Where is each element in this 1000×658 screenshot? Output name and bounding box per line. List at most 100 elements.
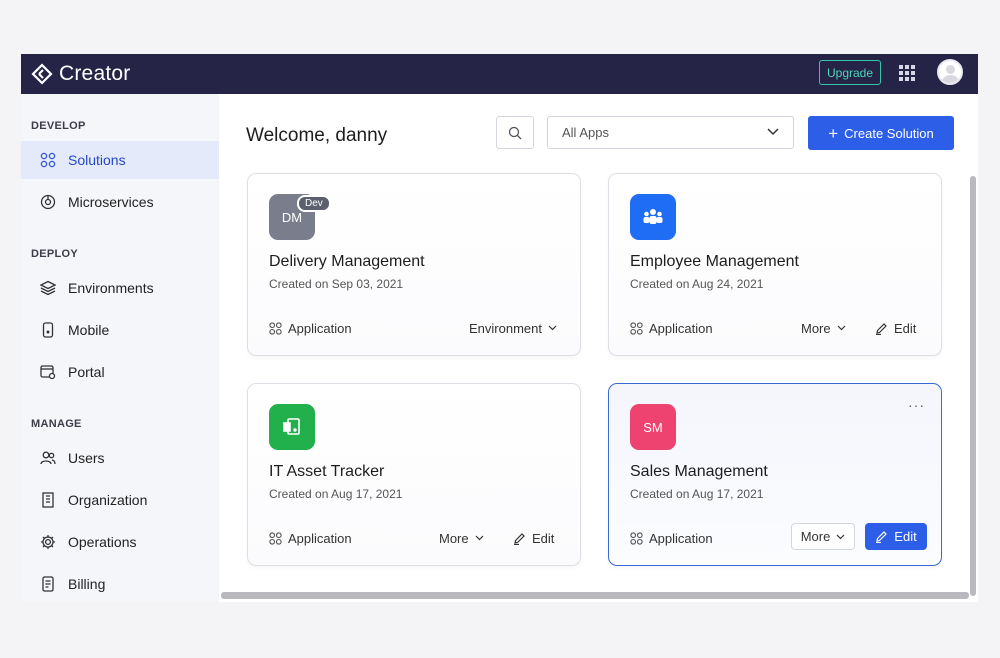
sidebar-item-label: Operations (68, 534, 137, 550)
edit-button[interactable]: Edit (865, 523, 927, 550)
microservices-icon (40, 194, 56, 210)
application-icon (269, 322, 282, 335)
sidebar-item-label: Users (68, 450, 105, 466)
portal-icon (40, 364, 56, 380)
sidebar-item-label: Environments (68, 280, 154, 296)
sidebar-item-operations[interactable]: Operations (21, 523, 219, 561)
more-label: More (800, 529, 831, 544)
more-dropdown[interactable]: More (439, 529, 484, 547)
receipt-icon (40, 576, 56, 592)
card-title[interactable]: Employee Management (630, 253, 799, 271)
app-filter-value: All Apps (562, 125, 609, 140)
card-type-label: Application (288, 531, 352, 546)
user-avatar[interactable] (937, 59, 963, 85)
solution-card-delivery-management[interactable]: DM Dev Delivery Management Created on Se… (247, 173, 581, 356)
chevron-down-icon (767, 128, 779, 136)
layers-icon (40, 280, 56, 296)
sidebar-item-organization[interactable]: Organization (21, 481, 219, 519)
brand[interactable]: Creator (31, 62, 130, 86)
create-solution-button[interactable]: + Create Solution (808, 116, 954, 150)
sidebar-item-label: Organization (68, 492, 148, 508)
edit-label: Edit (894, 320, 917, 336)
card-type: Application (630, 531, 713, 546)
horizontal-scrollbar[interactable] (221, 592, 969, 599)
sidebar: DEVELOP Solutions Microservices DEPLOY E… (21, 94, 219, 602)
card-date: Created on Sep 03, 2021 (269, 277, 404, 291)
app-initials-icon: SM (630, 404, 676, 450)
more-label: More (801, 320, 831, 336)
card-title[interactable]: IT Asset Tracker (269, 463, 384, 481)
pencil-icon (876, 322, 887, 335)
sidebar-item-label: Portal (68, 364, 105, 380)
edit-label: Edit (532, 530, 555, 546)
more-dropdown[interactable]: More (801, 319, 846, 337)
people-group-icon (630, 194, 676, 240)
sidebar-item-label: Solutions (68, 152, 126, 168)
chevron-down-icon (548, 325, 557, 331)
vertical-scrollbar[interactable] (970, 176, 976, 596)
section-manage: MANAGE (31, 418, 82, 430)
card-type-label: Application (649, 531, 713, 546)
sidebar-item-solutions[interactable]: Solutions (21, 141, 219, 179)
sidebar-item-billing[interactable]: Billing (21, 565, 219, 602)
app-window: Creator Upgrade DEVELOP Solutions Micros… (21, 54, 978, 602)
solution-card-it-asset-tracker[interactable]: IT Asset Tracker Created on Aug 17, 2021… (247, 383, 581, 566)
users-icon (40, 450, 56, 466)
dev-badge: Dev (297, 195, 331, 212)
search-icon (508, 126, 522, 139)
solution-card-sales-management[interactable]: ··· SM Sales Management Created on Aug 1… (608, 383, 942, 566)
top-bar: Creator Upgrade (21, 54, 978, 94)
building-icon (40, 492, 56, 508)
card-title[interactable]: Delivery Management (269, 253, 425, 271)
search-button[interactable] (496, 116, 534, 149)
chevron-down-icon (837, 325, 846, 331)
application-icon (630, 532, 643, 545)
creator-logo-icon (31, 63, 53, 85)
section-deploy: DEPLOY (31, 248, 79, 260)
mobile-icon (40, 322, 56, 338)
sidebar-item-users[interactable]: Users (21, 439, 219, 477)
more-options-icon[interactable]: ··· (908, 397, 925, 413)
edit-link[interactable]: Edit (875, 319, 916, 337)
chevron-down-icon (475, 535, 484, 541)
more-dropdown[interactable]: More (791, 523, 855, 550)
sidebar-item-microservices[interactable]: Microservices (21, 183, 219, 221)
create-solution-label: Create Solution (844, 125, 934, 141)
application-icon (630, 322, 643, 335)
card-type-label: Application (288, 321, 352, 336)
brand-name: Creator (59, 62, 131, 85)
page-title: Welcome, danny (246, 125, 388, 146)
card-type: Application (269, 531, 352, 546)
asset-tracker-icon (269, 404, 315, 450)
pencil-icon (514, 532, 525, 545)
chevron-down-icon (836, 534, 845, 539)
environment-dropdown[interactable]: Environment (469, 319, 557, 337)
edit-label: Edit (894, 529, 917, 544)
card-type-label: Application (649, 321, 713, 336)
solutions-icon (40, 152, 56, 168)
more-label: More (439, 530, 469, 546)
sidebar-item-portal[interactable]: Portal (21, 353, 219, 391)
application-icon (269, 532, 282, 545)
sidebar-item-environments[interactable]: Environments (21, 269, 219, 307)
app-filter-select[interactable]: All Apps (547, 116, 794, 149)
card-type: Application (269, 321, 352, 336)
gear-icon (40, 534, 56, 550)
solution-card-employee-management[interactable]: Employee Management Created on Aug 24, 2… (608, 173, 942, 356)
plus-icon: + (828, 123, 839, 143)
pencil-icon (876, 531, 888, 543)
section-develop: DEVELOP (31, 120, 86, 132)
sidebar-item-label: Microservices (68, 194, 154, 210)
card-date: Created on Aug 17, 2021 (630, 487, 764, 501)
card-title[interactable]: Sales Management (630, 463, 768, 481)
edit-link[interactable]: Edit (513, 529, 554, 547)
sidebar-item-label: Billing (68, 576, 106, 592)
main-content: Welcome, danny All Apps + Create Solutio… (219, 94, 978, 602)
card-type: Application (630, 321, 713, 336)
environment-label: Environment (469, 320, 542, 336)
sidebar-item-label: Mobile (68, 322, 110, 338)
apps-grid-icon[interactable] (899, 65, 915, 81)
sidebar-item-mobile[interactable]: Mobile (21, 311, 219, 349)
upgrade-button[interactable]: Upgrade (819, 60, 881, 85)
card-date: Created on Aug 17, 2021 (269, 487, 403, 501)
